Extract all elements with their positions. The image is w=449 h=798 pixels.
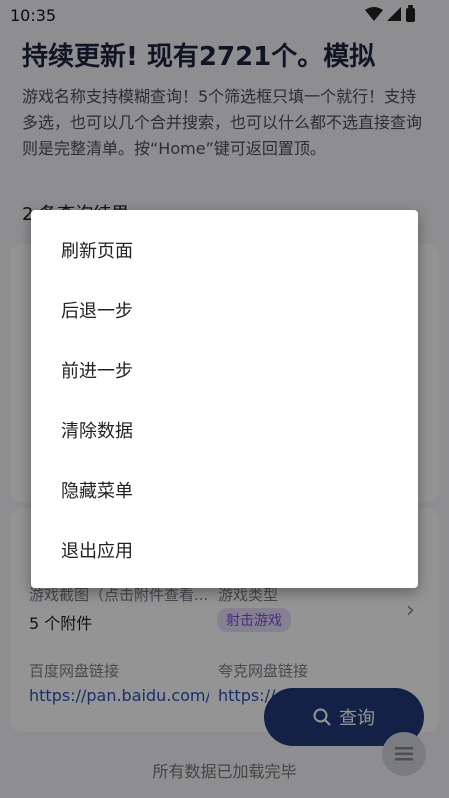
menu-item-clear-data[interactable]: 清除数据 bbox=[31, 400, 418, 460]
context-menu: 刷新页面 后退一步 前进一步 清除数据 隐藏菜单 退出应用 bbox=[31, 210, 418, 588]
menu-item-back[interactable]: 后退一步 bbox=[31, 280, 418, 340]
menu-item-forward[interactable]: 前进一步 bbox=[31, 340, 418, 400]
menu-item-exit[interactable]: 退出应用 bbox=[31, 520, 418, 580]
menu-item-refresh[interactable]: 刷新页面 bbox=[31, 220, 418, 280]
menu-item-hide-menu[interactable]: 隐藏菜单 bbox=[31, 460, 418, 520]
